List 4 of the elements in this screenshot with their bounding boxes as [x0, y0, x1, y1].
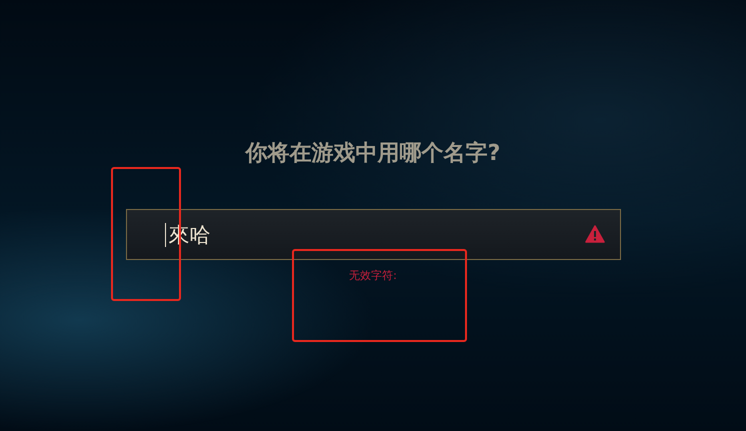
text-cursor	[164, 223, 166, 247]
prompt-title: 你将在游戏中用哪个名字?	[246, 140, 500, 168]
warning-icon	[584, 225, 604, 243]
error-message: 无效字符:	[349, 268, 397, 283]
